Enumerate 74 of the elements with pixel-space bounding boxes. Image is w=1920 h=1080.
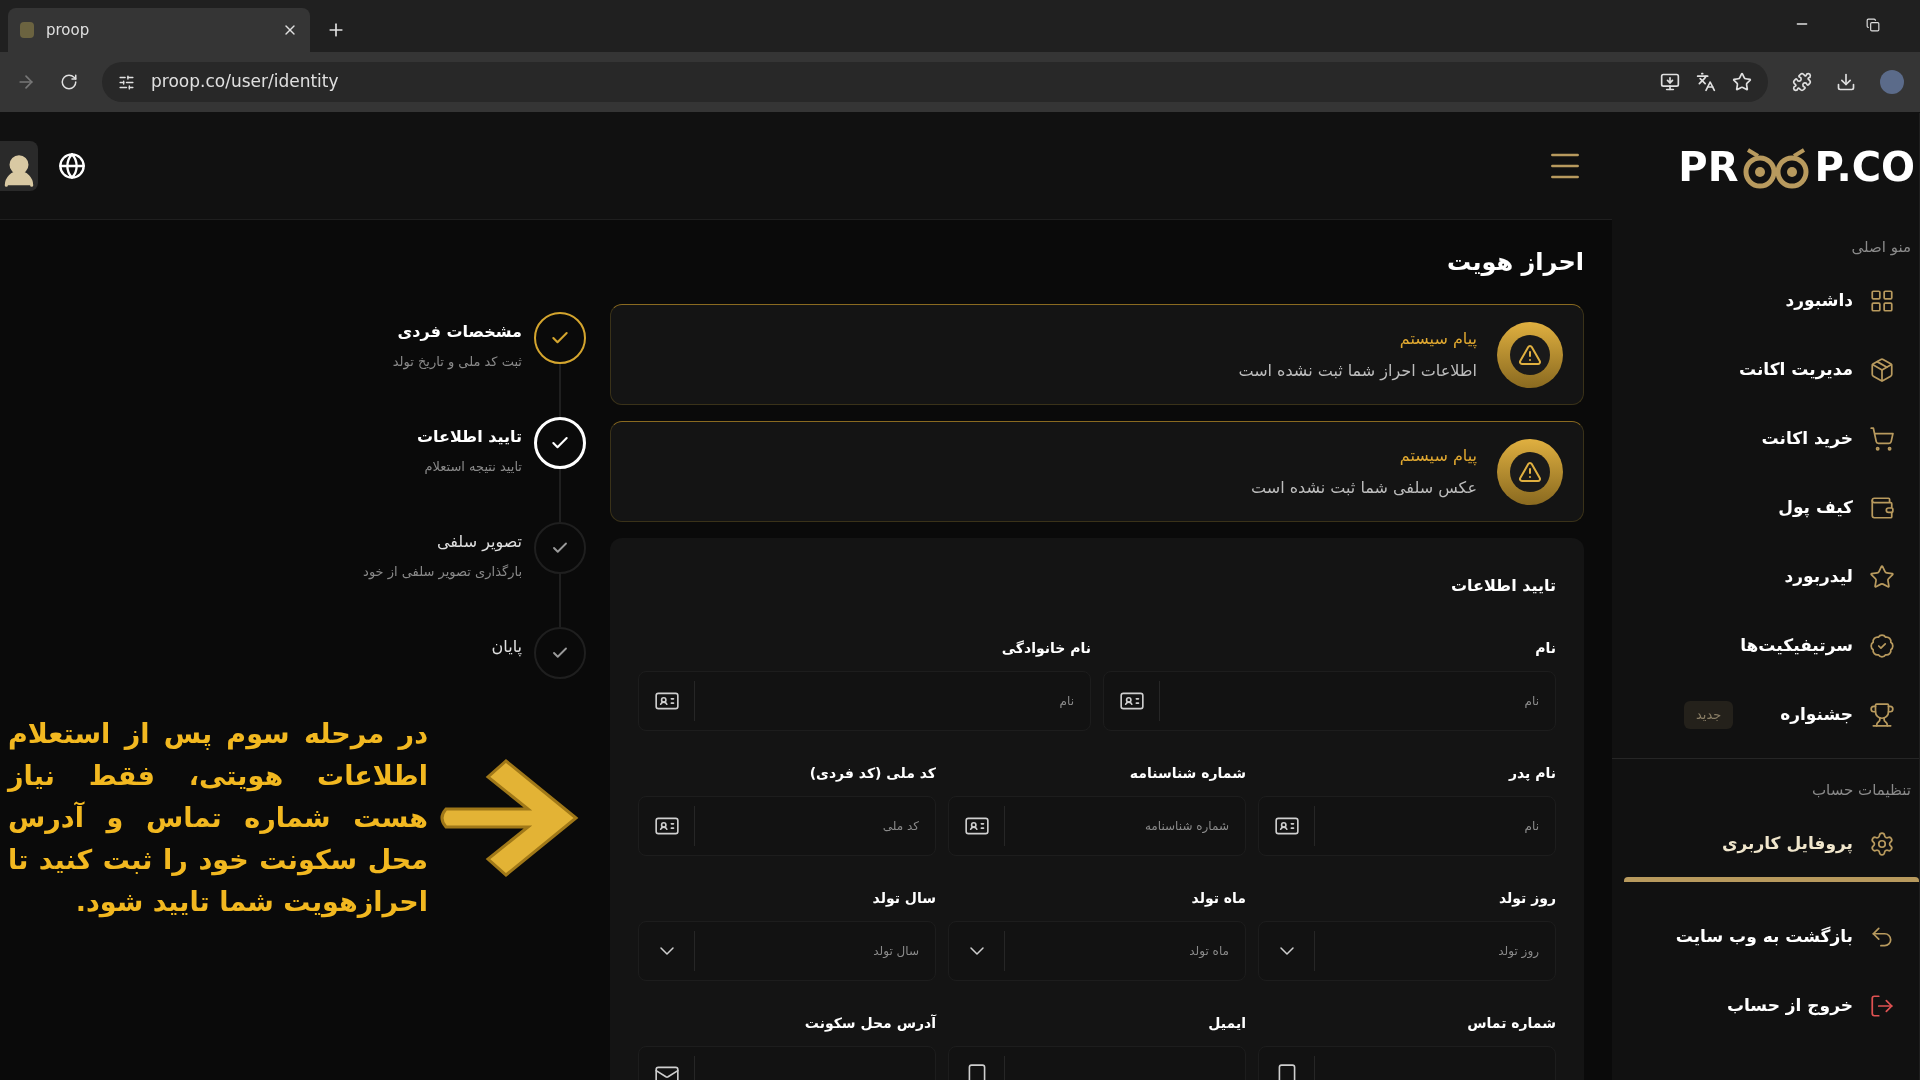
- input-field[interactable]: نام: [638, 671, 1091, 731]
- sidebar-item[interactable]: سرتیفیکیت‌ها: [1612, 611, 1919, 681]
- form-title: تایید اطلاعات: [1449, 575, 1556, 597]
- field-label: سال تولد: [871, 889, 936, 909]
- step-subtitle: تایید نتیجه استعلام: [423, 458, 522, 476]
- step-subtitle: بارگذاری تصویر سلفی از خود: [363, 563, 522, 582]
- input-field[interactable]: روز تولد: [1258, 921, 1556, 981]
- wallet-icon: [1869, 495, 1895, 521]
- reload-icon[interactable]: [60, 73, 78, 91]
- warning-icon: [1518, 459, 1542, 484]
- annotation-text: در مرحله سوم پس از استعلام اطلاعات هویتی، فقط نیاز هست شماره تماس و آدرس محل سکونت خود را ثبت کنید تا احرازهویت شما تایید شود.: [8, 717, 428, 920]
- bookmark-icon[interactable]: [1732, 72, 1752, 92]
- trophy-icon: [1869, 702, 1895, 728]
- grid-icon: [1869, 288, 1895, 314]
- sidebar-item[interactable]: مدیریت اکانت: [1612, 335, 1919, 405]
- field-label: کد ملی (کد فردی): [808, 764, 936, 784]
- box-icon: [1869, 357, 1895, 383]
- sidebar-item[interactable]: جشنواره جدید: [1612, 680, 1919, 750]
- field-label: شماره تماس: [1466, 1014, 1556, 1033]
- badge-check-icon: [1869, 633, 1895, 659]
- field-label: نام پدر: [1507, 764, 1556, 783]
- star-icon: [1869, 564, 1895, 590]
- sidebar-item[interactable]: پروفایل کاربری: [1612, 809, 1919, 878]
- restore-icon[interactable]: [1866, 18, 1880, 32]
- step-title: پایان: [491, 636, 522, 659]
- sidebar-item[interactable]: کیف پول: [1612, 473, 1919, 543]
- sidebar-item[interactable]: خرید اکانت: [1612, 404, 1919, 474]
- cart-icon: [1869, 426, 1895, 452]
- install-icon[interactable]: [1660, 72, 1680, 92]
- extensions-icon[interactable]: [1792, 72, 1812, 92]
- download-icon[interactable]: [1836, 72, 1856, 92]
- field-label: ایمیل: [1207, 1014, 1246, 1033]
- section-title: تنظیمات حساب: [1811, 779, 1912, 801]
- alert-message: عکس سلفی شما ثبت نشده است: [1251, 476, 1477, 500]
- sidebar-item[interactable]: داشبورد: [1612, 266, 1919, 336]
- input-field[interactable]: سال تولد: [638, 921, 936, 981]
- alert-title: پیام سیستم: [1398, 444, 1477, 468]
- step-subtitle: ثبت کد ملی و تاریخ تولد: [392, 353, 522, 372]
- step-title: مشخصات فردی: [396, 321, 522, 343]
- input-field[interactable]: نام: [1103, 671, 1556, 731]
- new-badge: جدید: [1684, 701, 1734, 729]
- address-bar[interactable]: proop.co/user/identity: [102, 62, 1768, 102]
- language-icon[interactable]: [58, 152, 86, 180]
- field-label: آدرس محل سکونت: [803, 1013, 936, 1034]
- tab-title: proop: [46, 19, 91, 41]
- input-field[interactable]: ماه تولد: [948, 921, 1246, 981]
- input-field[interactable]: نام: [1258, 796, 1556, 856]
- favicon-icon: [20, 22, 34, 38]
- field-label: نام خانوادگی: [1000, 639, 1091, 659]
- input-field[interactable]: شماره شناسنامه: [948, 796, 1246, 856]
- user-avatar[interactable]: [0, 141, 38, 191]
- site-settings-icon[interactable]: [118, 73, 135, 91]
- field-label: شماره شناسنامه: [1128, 764, 1246, 783]
- step-title: تایید اطلاعات: [416, 426, 522, 448]
- page-title: احراز هویت: [1446, 247, 1584, 278]
- field-label: روز تولد: [1497, 889, 1556, 909]
- sidebar-item[interactable]: لیدربورد: [1612, 542, 1919, 612]
- sidebar-item[interactable]: بازگشت به وب سایت: [1612, 902, 1919, 971]
- settings-icon: [1869, 830, 1895, 857]
- url-text: proop.co/user/identity: [151, 70, 340, 94]
- alert-message: اطلاعات احراز شما ثبت نشده است: [1238, 359, 1477, 383]
- logout-icon: [1869, 992, 1895, 1019]
- logo-text: P.CO: [1814, 142, 1915, 192]
- browser-tab[interactable]: proop: [8, 8, 310, 52]
- translate-icon[interactable]: [1696, 72, 1716, 92]
- field-label: ماه تولد: [1190, 889, 1246, 909]
- input-field[interactable]: کد ملی: [638, 796, 936, 856]
- logo-text: PR: [1678, 142, 1739, 192]
- warning-icon: [1518, 342, 1542, 367]
- field-label: نام: [1534, 639, 1556, 658]
- section-title: منو اصلی: [1850, 237, 1912, 258]
- alert-title: پیام سیستم: [1398, 327, 1477, 351]
- sidebar-item[interactable]: خروج از حساب: [1612, 971, 1919, 1040]
- step-title: تصویر سلفی: [435, 531, 522, 554]
